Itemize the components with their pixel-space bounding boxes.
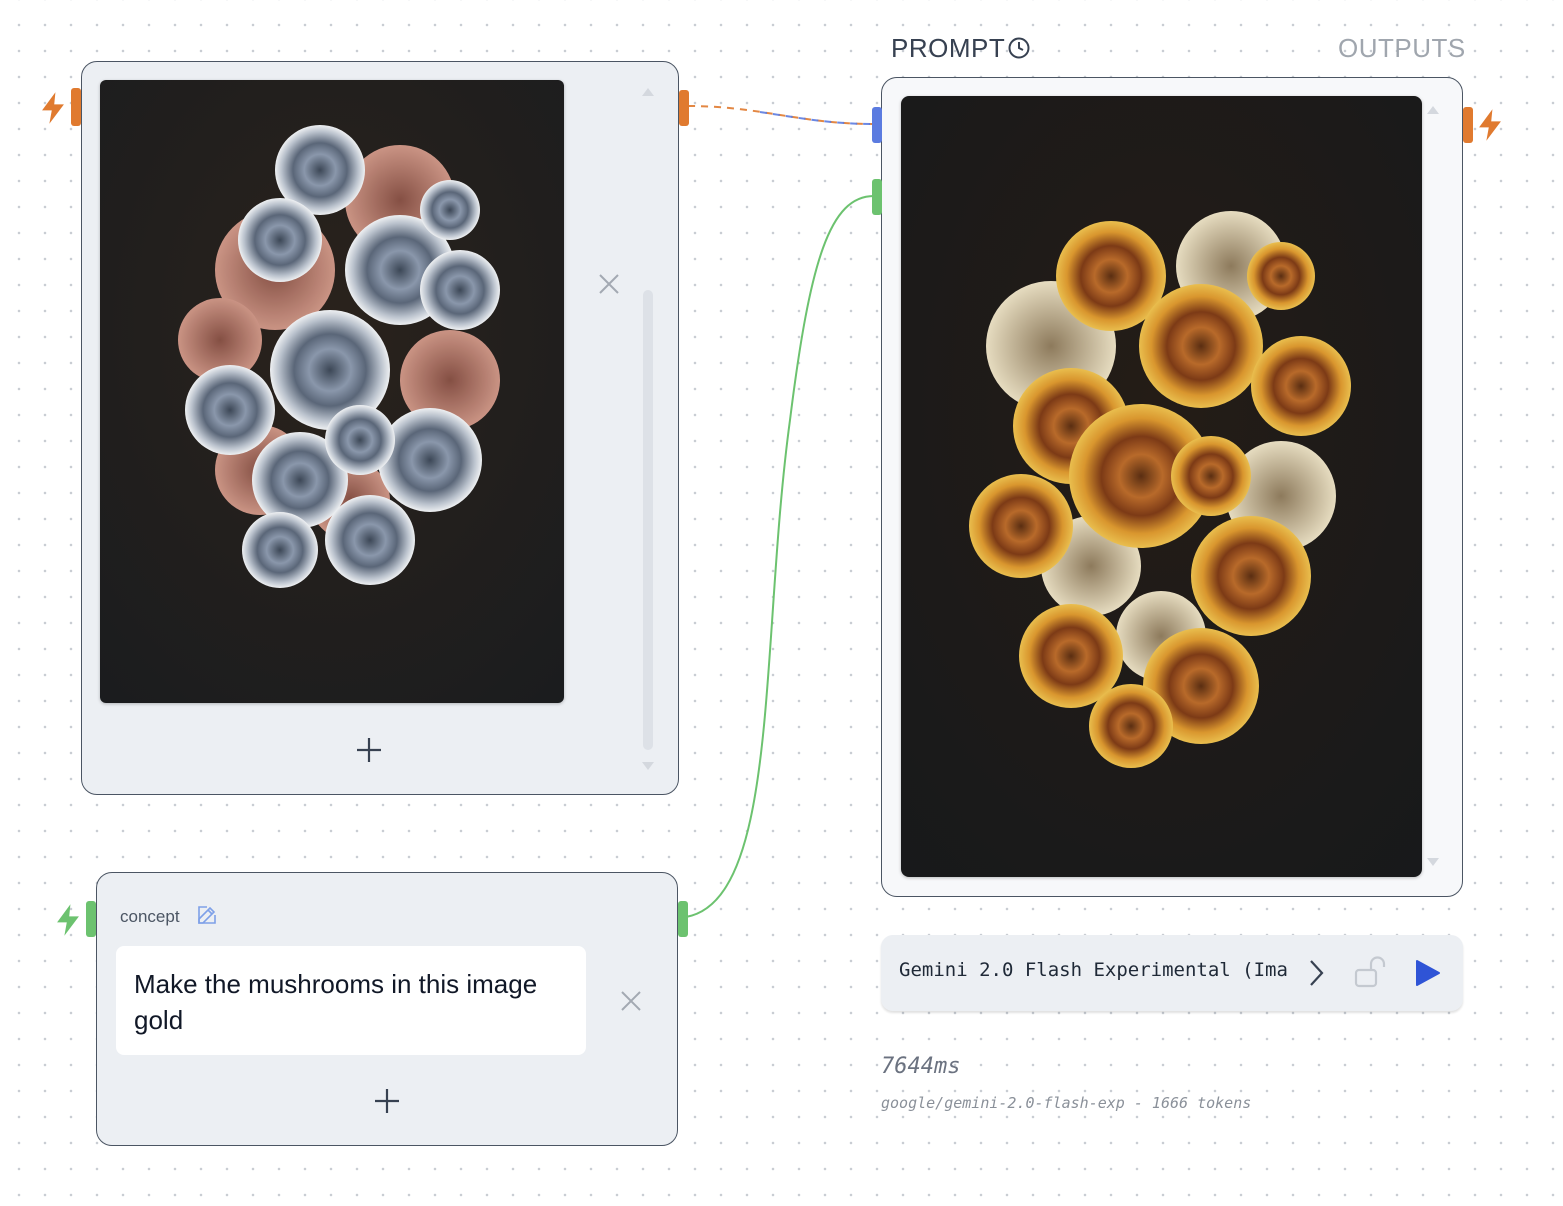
concept-label: concept xyxy=(120,907,180,926)
scroll-up-arrow[interactable] xyxy=(1427,104,1439,114)
history-clock-icon[interactable] xyxy=(1007,36,1031,60)
tab-prompt[interactable]: PROMPT xyxy=(891,33,1005,64)
remove-concept-icon[interactable] xyxy=(619,989,643,1013)
concept-node-left-port[interactable] xyxy=(86,901,96,937)
concept-text-field[interactable]: Make the mushrooms in this image gold xyxy=(116,946,586,1055)
lightning-icon xyxy=(42,92,64,124)
edit-icon[interactable] xyxy=(195,903,219,927)
concept-to-prompt-wire xyxy=(685,195,875,918)
output-image[interactable] xyxy=(901,96,1422,877)
concept-node-output-port[interactable] xyxy=(678,901,688,937)
model-name: Gemini 2.0 Flash Experimental (Ima xyxy=(899,959,1288,981)
image-node-output-port[interactable] xyxy=(679,90,689,126)
image-node-left-port[interactable] xyxy=(71,88,81,126)
input-image[interactable] xyxy=(100,80,564,703)
add-image-icon[interactable] xyxy=(355,736,383,764)
concept-text: Make the mushrooms in this image gold xyxy=(134,969,538,1035)
prompt-output-port[interactable] xyxy=(1463,107,1473,143)
prompt-image-input-port[interactable] xyxy=(872,107,882,143)
model-token-info: google/gemini-2.0-flash-exp - 1666 token… xyxy=(881,1094,1252,1112)
image-to-prompt-wire xyxy=(687,105,875,125)
unlock-icon[interactable] xyxy=(1354,955,1390,989)
scroll-down-arrow[interactable] xyxy=(1427,858,1439,868)
lightning-icon xyxy=(1479,109,1501,141)
add-concept-icon[interactable] xyxy=(373,1087,401,1115)
prompt-text-input-port[interactable] xyxy=(872,179,882,215)
scrollbar[interactable] xyxy=(642,86,654,774)
remove-image-icon[interactable] xyxy=(597,272,621,296)
latency-readout: 7644ms xyxy=(881,1054,961,1079)
model-bar: Gemini 2.0 Flash Experimental (Ima xyxy=(881,935,1463,1011)
lightning-icon xyxy=(57,904,79,936)
play-run-icon[interactable] xyxy=(1415,959,1441,987)
tab-outputs[interactable]: OUTPUTS xyxy=(1338,33,1466,64)
chevron-right-icon[interactable] xyxy=(1307,959,1325,987)
image-input-node[interactable] xyxy=(81,61,679,795)
concept-node[interactable]: concept Make the mushrooms in this image… xyxy=(96,872,678,1146)
prompt-output-node[interactable] xyxy=(881,77,1463,897)
model-selector[interactable]: Gemini 2.0 Flash Experimental (Ima xyxy=(899,959,1319,989)
